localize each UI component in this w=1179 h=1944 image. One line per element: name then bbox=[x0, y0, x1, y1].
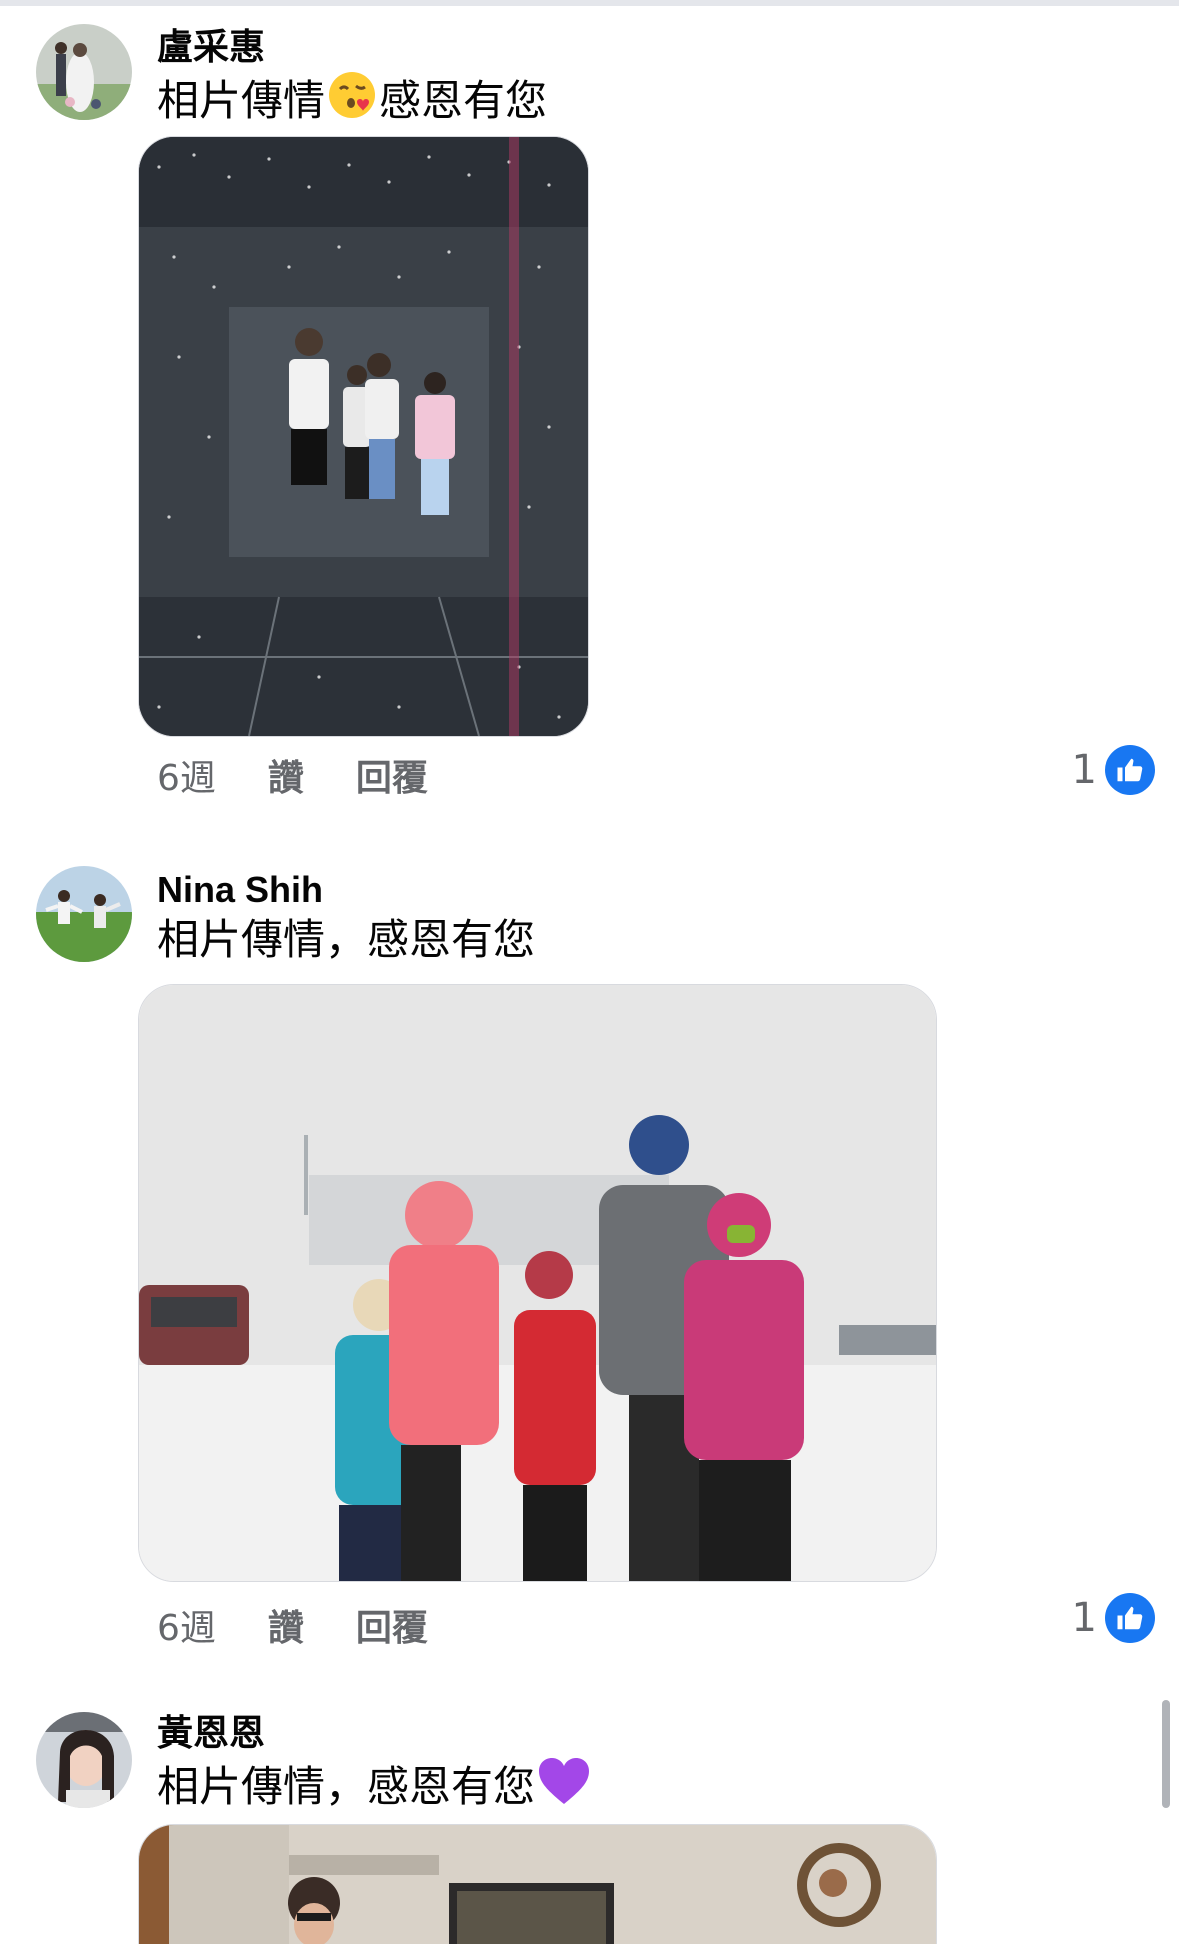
comment-timestamp[interactable]: 6週 bbox=[157, 749, 216, 801]
comment-author[interactable]: 黃恩恩 bbox=[157, 1712, 265, 1756]
scrollbar[interactable] bbox=[1162, 1700, 1170, 1808]
purple-heart-icon bbox=[537, 1756, 591, 1818]
comment-text: 相片傳情 感恩有您 bbox=[157, 70, 547, 132]
reply-button[interactable]: 回覆 bbox=[356, 1599, 428, 1651]
avatar[interactable] bbox=[36, 1712, 132, 1808]
avatar[interactable] bbox=[36, 24, 132, 120]
comment-text: 相片傳情，感恩有您 bbox=[157, 915, 536, 964]
comment-text: 相片傳情，感恩有您 bbox=[157, 1756, 593, 1818]
comment-text-part: 相片傳情 bbox=[157, 76, 326, 125]
reaction-summary[interactable]: 1 bbox=[1072, 1592, 1155, 1644]
thumbs-up-icon bbox=[1105, 1593, 1155, 1643]
comment-actions: 6週 讚 回覆 bbox=[157, 750, 428, 800]
like-button[interactable]: 讚 bbox=[268, 1599, 304, 1651]
comment-author[interactable]: Nina Shih bbox=[157, 868, 323, 912]
comment-author[interactable]: 盧采惠 bbox=[157, 26, 265, 70]
comment-photo[interactable] bbox=[138, 984, 937, 1582]
comment-actions: 6週 讚 回覆 bbox=[157, 1600, 428, 1650]
comment-photo[interactable] bbox=[138, 136, 589, 737]
avatar[interactable] bbox=[36, 866, 132, 962]
comment-photo[interactable] bbox=[138, 1824, 937, 1944]
thumbs-up-icon bbox=[1105, 745, 1155, 795]
comment-text-part: 相片傳情，感恩有您 bbox=[157, 1762, 536, 1811]
reaction-count: 1 bbox=[1071, 1595, 1097, 1641]
comment-timestamp[interactable]: 6週 bbox=[157, 1599, 216, 1651]
like-button[interactable]: 讚 bbox=[268, 749, 304, 801]
reaction-summary[interactable]: 1 bbox=[1072, 744, 1155, 796]
reply-button[interactable]: 回覆 bbox=[356, 749, 428, 801]
comment-item: 黃恩恩 相片傳情，感恩有您 bbox=[0, 1692, 1179, 1944]
comment-item: Nina Shih 相片傳情，感恩有您 6週 讚 回覆 1 bbox=[0, 848, 1179, 1668]
comment-text-part: 感恩有您 bbox=[379, 76, 548, 125]
comment-item: 盧采惠 相片傳情 感恩有您 6週 讚 回覆 1 bbox=[0, 0, 1179, 800]
face-blowing-kiss-icon bbox=[327, 70, 377, 132]
reaction-count: 1 bbox=[1071, 747, 1097, 793]
